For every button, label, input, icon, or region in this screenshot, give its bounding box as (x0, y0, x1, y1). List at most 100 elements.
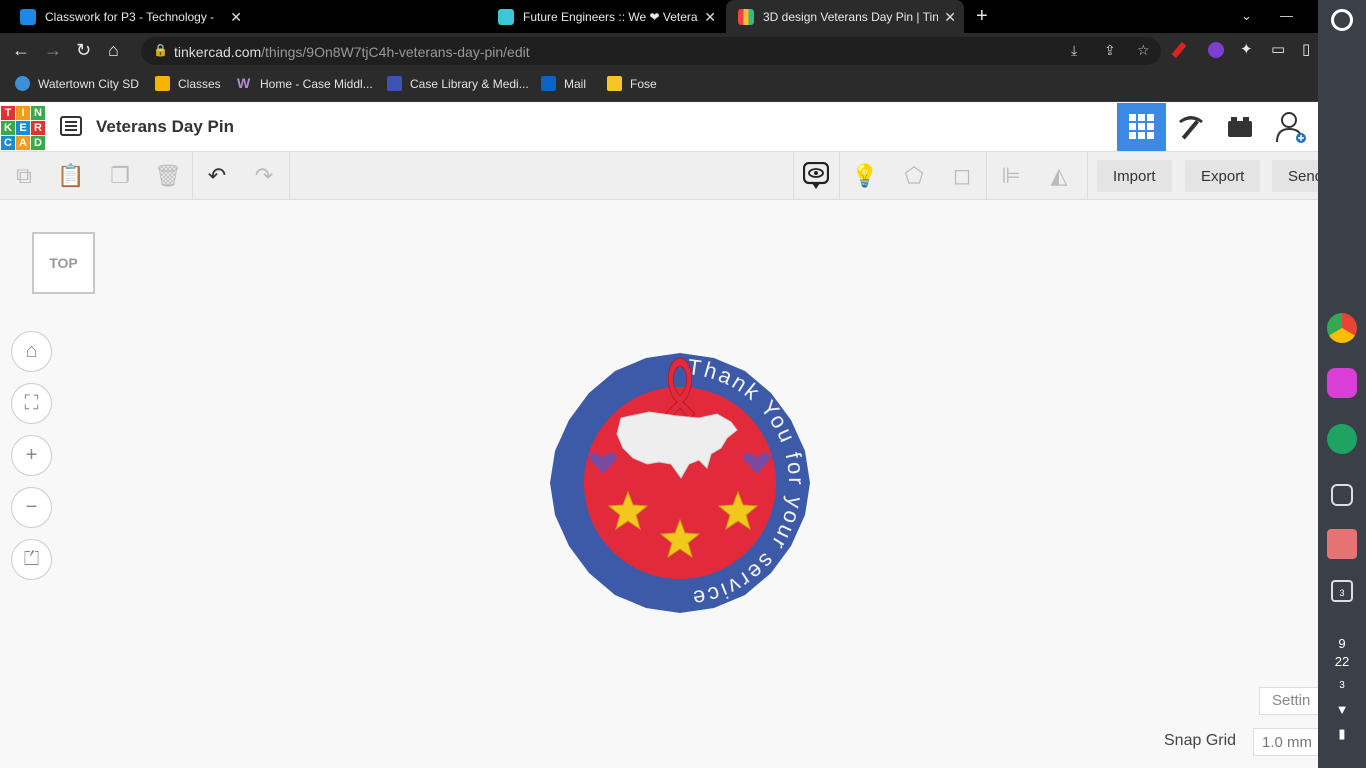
minimize-icon[interactable]: — (1280, 8, 1293, 23)
bookmark-label: Watertown City SD (38, 76, 139, 91)
star-icon[interactable]: ☆ (1137, 42, 1150, 59)
perspective-icon[interactable]: ⏍ (11, 539, 52, 580)
ungroup-icon[interactable]: ◻ (944, 158, 980, 194)
url-domain: tinkercad.com (174, 44, 262, 60)
veterans-day-pin-model[interactable]: Thank You for your service (549, 352, 811, 614)
wifi-icon[interactable]: ▼ (1318, 702, 1366, 717)
exit-app-icon[interactable] (1327, 529, 1357, 559)
chrome-icon[interactable] (1327, 313, 1357, 343)
jamboard-icon[interactable] (1327, 368, 1357, 398)
side-panel-icon[interactable]: ▯ (1302, 40, 1310, 60)
redo-icon[interactable]: ↷ (246, 158, 282, 194)
close-icon[interactable]: ✕ (704, 9, 716, 26)
bookmark-label: Mail (564, 76, 587, 91)
url-path: /things/9On8W7tjC4h-veterans-day-pin/edi… (261, 44, 530, 60)
tab-search-icon[interactable]: ⌄ (1241, 8, 1252, 24)
puzzle-icon[interactable]: ✦ (1240, 40, 1253, 60)
bookmark-home-case[interactable]: W Home - Case Middl... (237, 76, 373, 91)
add-user-button[interactable] (1266, 103, 1315, 151)
logo-letter: E (16, 121, 30, 135)
battery-icon[interactable]: ▮ (1318, 726, 1366, 742)
close-icon[interactable]: ✕ (230, 9, 242, 26)
home-view-icon[interactable]: ⌂ (11, 331, 52, 372)
brick-icon (1227, 117, 1252, 137)
send-to-button[interactable]: Send (1272, 160, 1318, 192)
design-title[interactable]: Veterans Day Pin (96, 117, 234, 137)
import-button[interactable]: Import (1097, 160, 1172, 192)
bookmark-classes[interactable]: Classes (155, 76, 221, 91)
classroom-icon (20, 8, 36, 25)
tab-title: Classwork for P3 - Technology - (45, 9, 215, 24)
app-icon[interactable] (1331, 484, 1353, 506)
logo-letter: R (31, 121, 45, 135)
divider (289, 152, 290, 200)
add-user-icon (1275, 112, 1306, 143)
delete-icon[interactable]: 🗑 (150, 158, 186, 194)
duplicate-icon[interactable]: ❐ (102, 158, 138, 194)
paste-icon[interactable]: 📋 (53, 158, 89, 194)
bookmark-mail[interactable]: Mail (541, 76, 586, 91)
home-icon[interactable]: ⌂ (108, 40, 119, 60)
grid-icon (1128, 114, 1154, 139)
divider (1087, 152, 1088, 200)
future-engineers-icon (498, 8, 514, 25)
bookmark-case-library[interactable]: Case Library & Medi... (387, 76, 529, 91)
bookmark-watertown[interactable]: Watertown City SD (15, 76, 139, 91)
copy-icon[interactable]: ⧉ (6, 158, 42, 194)
design-list-icon[interactable] (60, 116, 82, 136)
tab-classwork[interactable]: Classwork for P3 - Technology - ✕ (8, 0, 250, 33)
bookmark-label: Case Library & Medi... (410, 76, 529, 91)
tab-future-engineers[interactable]: Future Engineers :: We ❤ Vetera ✕ (486, 0, 724, 33)
zoom-in-icon[interactable]: + (11, 435, 52, 476)
fit-view-icon[interactable]: ⛶ (11, 383, 52, 424)
lightbulb-icon[interactable]: 💡 (847, 158, 883, 194)
blocks-view-button[interactable] (1166, 103, 1215, 151)
clock-hour: 9 (1338, 636, 1346, 651)
logo-letter: T (1, 106, 15, 120)
tinkercad-logo[interactable]: T I N K E R C A D (1, 106, 45, 150)
tab-title: 3D design Veterans Day Pin | Tin (763, 9, 938, 24)
logo-letter: I (16, 106, 30, 120)
install-icon[interactable]: ⤓ (1071, 42, 1077, 59)
close-icon[interactable]: ✕ (944, 9, 956, 26)
back-icon[interactable]: ← (12, 40, 30, 60)
group-icon[interactable]: ⬠ (896, 158, 932, 194)
edit-toolbar: ⧉ 📋 ❐ 🗑 ↶ ↷ 💡 ⬠ ◻ ⊫ ◭ Import Export Send (0, 152, 1318, 200)
tab-strip: Classwork for P3 - Technology - ✕ Future… (0, 0, 1318, 33)
classroom-app-icon[interactable] (1327, 424, 1357, 454)
bookmark-label: Home - Case Middl... (260, 76, 373, 91)
extension-icon[interactable] (1208, 42, 1224, 58)
view-cube[interactable]: TOP (32, 232, 95, 294)
browser-toolbar: ← → ↻ ⌂ 🔒 tinkercad.com/things/9On8W7tjC… (0, 33, 1318, 69)
notes-icon[interactable] (798, 158, 834, 194)
logo-letter: C (1, 136, 15, 150)
divider (192, 152, 193, 200)
3d-design-view-button[interactable] (1117, 103, 1166, 151)
launcher-icon[interactable] (1331, 9, 1353, 31)
watertown-icon (15, 76, 30, 91)
reload-icon[interactable]: ↻ (76, 40, 91, 60)
forward-icon[interactable]: → (44, 40, 62, 60)
pen-extension-icon[interactable] (1171, 41, 1187, 59)
new-tab-icon[interactable]: + (976, 5, 988, 28)
fose-icon (607, 76, 622, 91)
align-icon[interactable]: ⊫ (993, 158, 1029, 194)
tab-tinkercad[interactable]: 3D design Veterans Day Pin | Tin ✕ (726, 0, 964, 33)
bookmarks-bar: Watertown City SD Classes W Home - Case M… (0, 69, 1318, 102)
export-button[interactable]: Export (1185, 160, 1261, 192)
share-icon[interactable]: ⇪ (1104, 42, 1116, 59)
classroom-icon (155, 76, 170, 91)
logo-letter: K (1, 121, 15, 135)
mirror-icon[interactable]: ◭ (1041, 158, 1077, 194)
library-icon (387, 76, 402, 91)
bricks-view-button[interactable] (1215, 103, 1264, 151)
undo-icon[interactable]: ↶ (199, 158, 235, 194)
notification-count[interactable]: 3 (1318, 680, 1366, 691)
address-bar[interactable]: 🔒 tinkercad.com/things/9On8W7tjC4h-veter… (141, 37, 1161, 65)
bookmark-fose[interactable]: Fose (607, 76, 657, 91)
tinkercad-icon (738, 8, 754, 25)
logo-letter: N (31, 106, 45, 120)
zoom-out-icon[interactable]: − (11, 487, 52, 528)
cast-icon[interactable]: ▭ (1271, 40, 1285, 60)
w-icon: W (237, 75, 251, 91)
